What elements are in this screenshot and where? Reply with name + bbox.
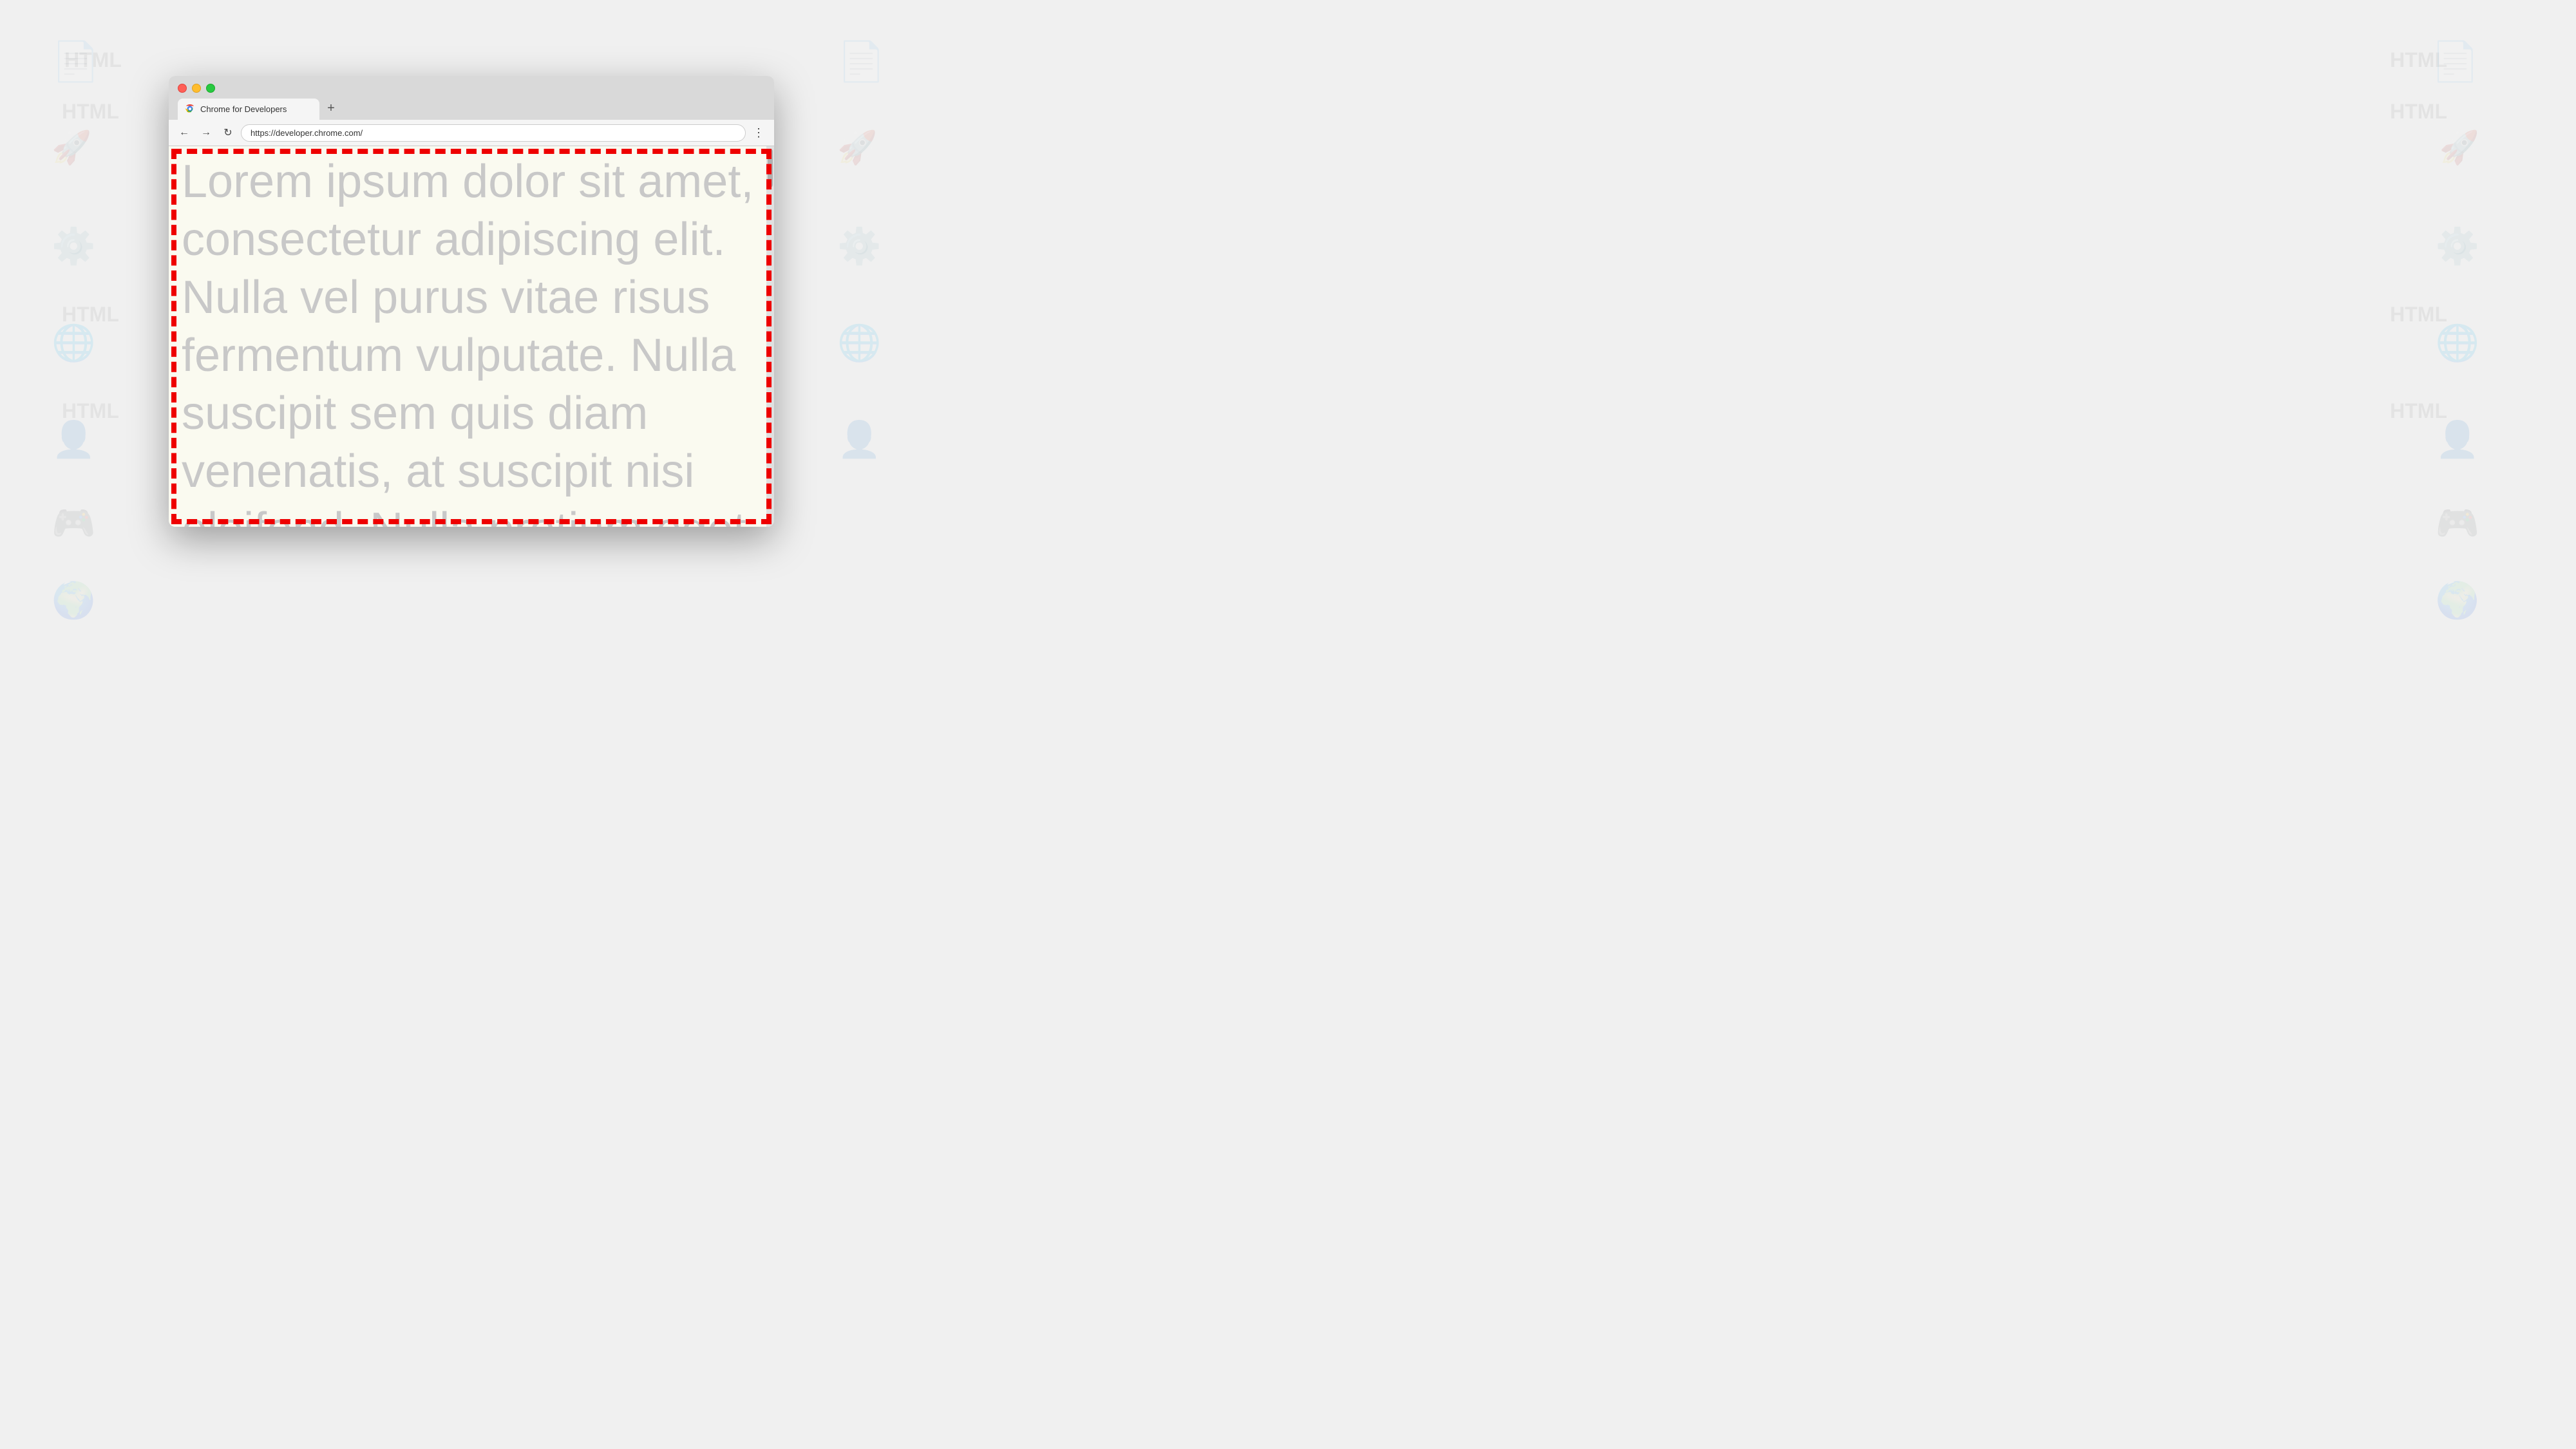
browser-tab[interactable]: Chrome for Developers — [178, 99, 319, 120]
tabs-row: Chrome for Developers + — [178, 98, 765, 120]
title-bar: Chrome for Developers + — [169, 76, 774, 120]
traffic-lights — [178, 84, 765, 93]
new-tab-button[interactable]: + — [321, 98, 341, 118]
close-button[interactable] — [178, 84, 187, 93]
forward-button[interactable]: → — [197, 124, 215, 142]
nav-bar: ← → ↻ https://developer.chrome.com/ ⋮ — [169, 120, 774, 146]
address-bar[interactable]: https://developer.chrome.com/ — [241, 124, 746, 142]
maximize-button[interactable] — [206, 84, 215, 93]
url-text: https://developer.chrome.com/ — [251, 128, 363, 138]
tab-title: Chrome for Developers — [200, 104, 310, 114]
lorem-ipsum-text: Lorem ipsum dolor sit amet, consectetur … — [182, 153, 761, 527]
refresh-button[interactable]: ↻ — [219, 124, 237, 142]
back-button[interactable]: ← — [175, 124, 193, 142]
scrollbar[interactable] — [766, 146, 774, 527]
scroll-snap-border — [171, 149, 772, 524]
scrollbar-thumb[interactable] — [768, 149, 773, 187]
page-content: Lorem ipsum dolor sit amet, consectetur … — [169, 146, 774, 527]
chrome-favicon-icon — [184, 103, 196, 115]
browser-window: Chrome for Developers + ← → ↻ https://de… — [169, 76, 774, 527]
minimize-button[interactable] — [192, 84, 201, 93]
browser-menu-button[interactable]: ⋮ — [750, 124, 768, 142]
